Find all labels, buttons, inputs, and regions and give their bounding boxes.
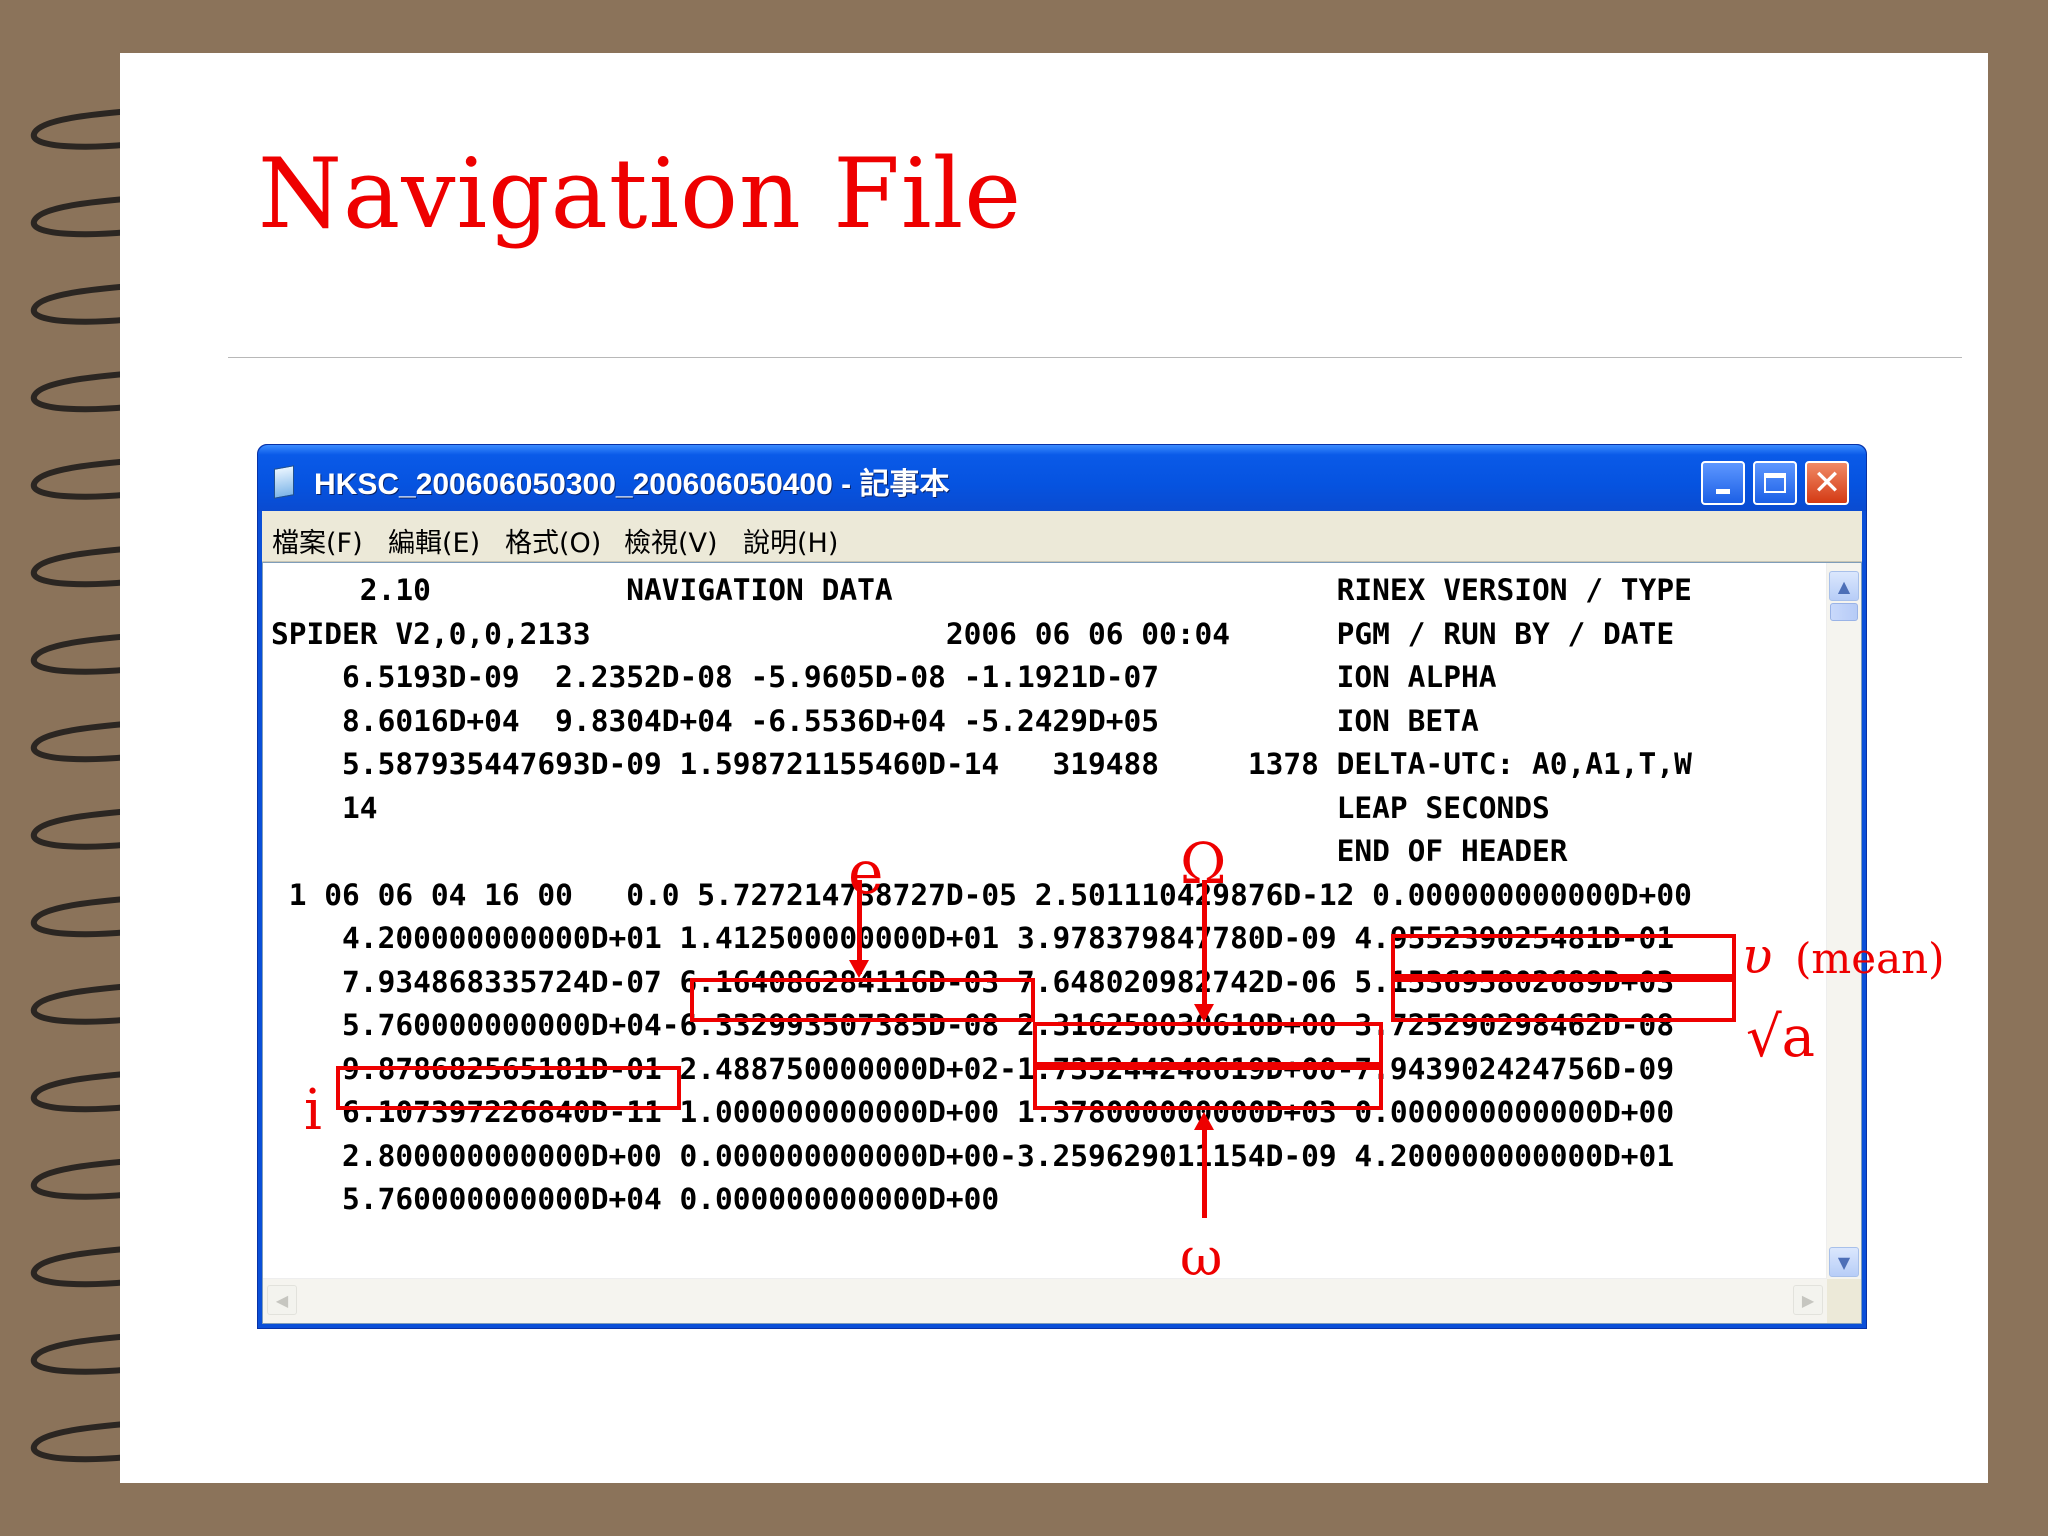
close-icon: ✕ <box>1812 463 1842 503</box>
file-line: 5.587935447693D-09 1.598721155460D-14 31… <box>271 747 1692 781</box>
highlight-i <box>336 1066 681 1110</box>
menu-file[interactable]: 檔案(F) <box>272 521 363 560</box>
file-line: 14 LEAP SECONDS <box>271 790 1550 825</box>
file-line: 5.760000000000D+04 0.000000000000D+00 <box>271 1182 1000 1216</box>
label-nu: υ <box>1742 927 1773 985</box>
menu-format[interactable]: 格式(O) <box>505 521 601 560</box>
arrow-e-head <box>849 960 869 978</box>
vertical-scrollbar[interactable]: ▲ ▼ <box>1826 563 1861 1279</box>
notepad-icon <box>274 465 294 499</box>
highlight-omega-upper <box>1033 1022 1383 1066</box>
file-line: 8.6016D+04 9.8304D+04 -6.5536D+04 -5.242… <box>271 703 1479 738</box>
horizontal-scrollbar[interactable]: ◀ ▶ <box>263 1278 1827 1323</box>
label-omega-upper: Ω <box>1180 832 1227 897</box>
resize-grip[interactable] <box>1827 1279 1861 1323</box>
slide-title: Navigation File <box>258 138 1023 250</box>
arrow-omega-lower-head <box>1194 1112 1214 1130</box>
window-titlebar[interactable]: HKSC_200606050300_200606050400 - 記事本 ✕ <box>258 445 1866 511</box>
file-line: 2.800000000000D+00 0.000000000000D+00-3.… <box>271 1138 1675 1173</box>
close-button[interactable]: ✕ <box>1805 461 1849 505</box>
scroll-right-button[interactable]: ▶ <box>1793 1285 1823 1315</box>
label-sqrt-a: √a <box>1746 1005 1816 1070</box>
label-omega-lower: ω <box>1180 1228 1223 1288</box>
file-line: 6.5193D-09 2.2352D-08 -5.9605D-08 -1.192… <box>271 660 1497 694</box>
scroll-left-button[interactable]: ◀ <box>267 1285 297 1315</box>
scroll-up-button[interactable]: ▲ <box>1829 571 1859 601</box>
notepad-window: HKSC_200606050300_200606050400 - 記事本 ✕ 檔… <box>257 444 1867 1329</box>
menu-bar: 檔案(F) 編輯(E) 格式(O) 檢視(V) 說明(H) <box>262 511 1862 562</box>
label-nu-note: (mean) <box>1795 934 1945 983</box>
scroll-down-button[interactable]: ▼ <box>1829 1247 1859 1277</box>
arrow-omega-upper <box>1202 880 1207 1018</box>
highlight-sqrt-a <box>1391 978 1736 1022</box>
maximize-button[interactable] <box>1753 461 1797 505</box>
file-line: END OF HEADER <box>271 834 1568 868</box>
label-e: e <box>848 838 884 908</box>
minimize-icon <box>1716 488 1730 494</box>
arrow-omega-upper-head <box>1194 1004 1214 1022</box>
menu-help[interactable]: 說明(H) <box>743 521 838 560</box>
file-line: 2.10 NAVIGATION DATA RINEX VERSION / TYP… <box>271 573 1692 607</box>
highlight-e <box>690 978 1035 1022</box>
window-title: HKSC_200606050300_200606050400 - 記事本 <box>314 468 950 501</box>
label-i: i <box>304 1078 322 1143</box>
highlight-omega-lower <box>1033 1066 1383 1110</box>
highlight-nu <box>1391 934 1736 978</box>
menu-edit[interactable]: 編輯(E) <box>388 521 480 560</box>
maximize-icon <box>1764 473 1786 493</box>
minimize-button[interactable] <box>1701 461 1745 505</box>
file-line: SPIDER V2,0,0,2133 2006 06 06 00:04 PGM … <box>271 616 1675 651</box>
menu-view[interactable]: 檢視(V) <box>624 521 718 560</box>
title-divider <box>228 357 1962 358</box>
arrow-omega-lower <box>1202 1128 1207 1218</box>
scroll-thumb[interactable] <box>1830 603 1858 621</box>
file-line: 1 06 06 04 16 00 0.0 5.727214738727D-05 … <box>271 877 1692 912</box>
